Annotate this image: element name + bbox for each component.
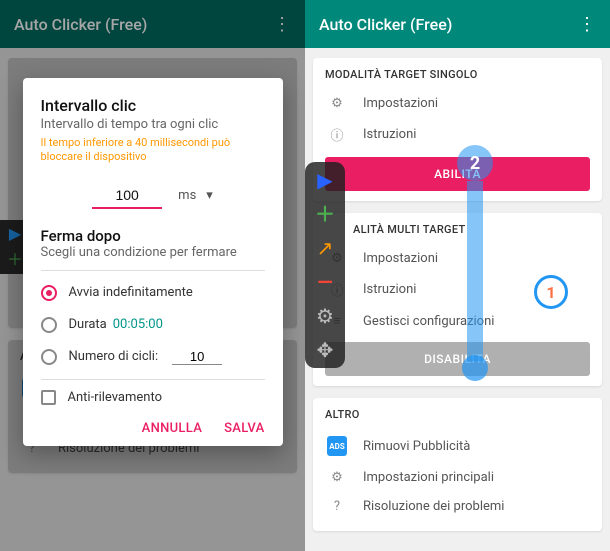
unit-label: ms (178, 188, 196, 203)
anti-detect-row[interactable]: Anti-rilevamento (41, 379, 265, 411)
dialog-subtitle: Intervallo di tempo tra ogni clic (41, 117, 265, 132)
row-label: Risoluzione dei problemi (363, 499, 504, 514)
minus-icon[interactable]: — (317, 272, 332, 292)
row-label: Istruzioni (363, 127, 416, 142)
instructions-row[interactable]: ⓘ Istruzioni (325, 118, 590, 151)
settings-row[interactable]: ⚙ Impostazioni (325, 89, 590, 118)
help-icon: ? (325, 499, 349, 514)
plus-icon[interactable]: ＋ (315, 204, 335, 224)
menu-icon[interactable]: ⋮ (578, 14, 596, 35)
checkbox-label: Anti-rilevamento (68, 390, 163, 405)
gear-icon[interactable]: ⚙ (316, 306, 334, 326)
radio-selected[interactable] (41, 285, 57, 301)
settings-row-multi[interactable]: ⚙ Impostazioni (325, 244, 590, 273)
row-label: Impostazioni (363, 251, 438, 266)
cancel-button[interactable]: ANNULLA (142, 421, 202, 436)
row-label: Impostazioni principali (363, 470, 494, 485)
option-duration[interactable]: Durata 00:05:00 (41, 309, 265, 341)
interval-dialog: Intervallo clic Intervallo di tempo tra … (23, 78, 283, 446)
dialog-warning: Il tempo inferiore a 40 millisecondi può… (41, 136, 265, 165)
single-target-section: MODALITÀ TARGET SINGOLO (325, 68, 590, 81)
other-section: ALTRO (325, 408, 590, 421)
dialog-title: Intervallo clic (41, 96, 265, 115)
floating-toolbar[interactable]: ▶ ＋ ↗ — ⚙ ✥ (305, 162, 345, 368)
enable-button[interactable]: ABILITA (325, 157, 590, 191)
row-label: Gestisci configurazioni (363, 314, 494, 329)
radio[interactable] (41, 349, 57, 365)
row-label: Impostazioni (363, 96, 438, 111)
option-label: Numero di cicli: (69, 349, 159, 364)
ads-icon: ADS (327, 436, 347, 456)
manage-config-row[interactable]: ≡ Gestisci configurazioni (325, 306, 590, 336)
troubleshoot-row[interactable]: ? Risoluzione dei problemi (325, 492, 590, 521)
target-marker-1[interactable]: 1 (534, 275, 568, 309)
interval-input[interactable] (92, 183, 162, 209)
multi-target-section: ALITÀ MULTI TARGET (325, 223, 590, 236)
duration-value[interactable]: 00:05:00 (113, 317, 163, 332)
unit-select[interactable]: ms ▾ (178, 188, 213, 203)
row-label: Istruzioni (363, 282, 416, 297)
option-infinite[interactable]: Avvia indefinitamente (41, 277, 265, 309)
play-icon[interactable]: ▶ (317, 170, 332, 190)
option-cycles[interactable]: Numero di cicli: (41, 341, 265, 373)
move-icon[interactable]: ✥ (317, 340, 334, 360)
main-settings-row[interactable]: ⚙ Impostazioni principali (325, 463, 590, 492)
option-label: Durata (69, 317, 107, 332)
cycles-input[interactable] (172, 349, 222, 365)
disable-button[interactable]: DISABILITA (325, 342, 590, 376)
option-label: Avvia indefinitamente (69, 285, 193, 300)
modal-overlay: Intervallo clic Intervallo di tempo tra … (0, 0, 305, 551)
save-button[interactable]: SALVA (224, 421, 264, 436)
swipe-icon[interactable]: ↗ (317, 238, 334, 258)
chevron-down-icon: ▾ (206, 188, 213, 203)
row-label: Rimuovi Pubblicità (363, 439, 470, 454)
stop-subtitle: Scegli una condizione per fermare (41, 245, 265, 271)
app-title: Auto Clicker (Free) (319, 15, 578, 34)
gear-icon: ⚙ (325, 96, 349, 111)
stop-title: Ferma dopo (41, 227, 265, 245)
remove-ads-row[interactable]: ADS Rimuovi Pubblicità (325, 429, 590, 463)
checkbox[interactable] (41, 390, 56, 405)
info-icon: ⓘ (325, 125, 349, 144)
gear-icon: ⚙ (325, 470, 349, 485)
radio[interactable] (41, 317, 57, 333)
